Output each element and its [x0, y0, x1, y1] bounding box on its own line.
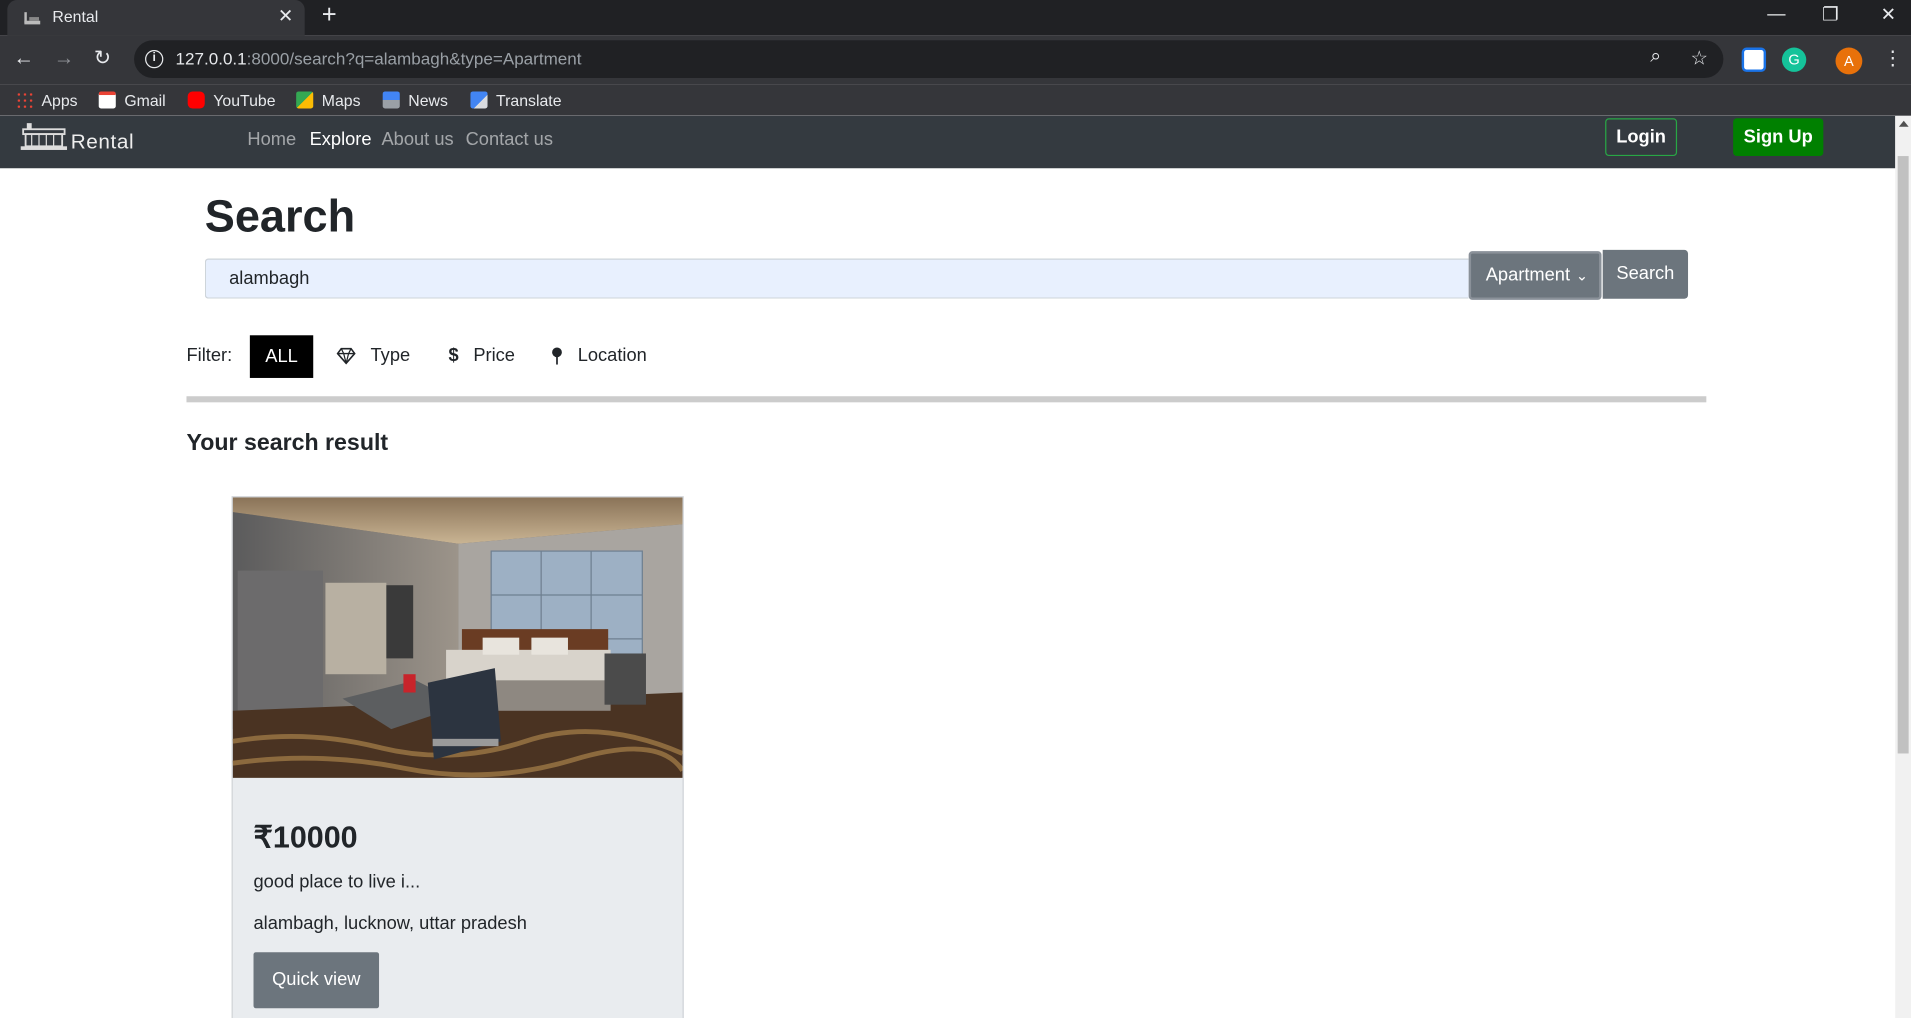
- browser-tab[interactable]: Rental ✕: [7, 0, 305, 36]
- filter-type-label: Type: [370, 345, 411, 366]
- youtube-icon: [187, 91, 205, 109]
- apps-grid-icon: [15, 91, 33, 109]
- search-button[interactable]: Search: [1602, 249, 1689, 299]
- divider: [186, 396, 1707, 403]
- bookmark-gmail[interactable]: Gmail: [98, 90, 166, 110]
- filter-type-chip[interactable]: Type: [336, 345, 410, 366]
- signup-button[interactable]: Sign Up: [1733, 118, 1824, 157]
- address-bar[interactable]: i 127.0.0.1:8000/search?q=alambagh&type=…: [134, 40, 1724, 79]
- property-description: good place to live i...: [253, 871, 421, 893]
- filter-all-chip[interactable]: ALL: [249, 335, 314, 378]
- property-location: alambagh, lucknow, uttar pradesh: [253, 913, 527, 934]
- scroll-up-arrow-icon[interactable]: [1898, 120, 1909, 127]
- filter-location-chip[interactable]: Location: [551, 345, 647, 366]
- forward-icon[interactable]: →: [54, 46, 75, 70]
- brand-name[interactable]: Rental: [71, 130, 135, 154]
- results-heading: Your search result: [186, 430, 389, 456]
- bookmark-news[interactable]: News: [382, 90, 448, 110]
- diamond-icon: [336, 347, 356, 364]
- nav-explore[interactable]: Explore: [310, 129, 372, 150]
- filter-price-label: Price: [473, 345, 515, 366]
- rental-logo-icon[interactable]: [20, 122, 69, 156]
- reload-icon[interactable]: ↻: [94, 46, 111, 70]
- url-text[interactable]: 127.0.0.1:8000/search?q=alambagh&type=Ap…: [176, 49, 582, 69]
- extension-flag-icon[interactable]: [1741, 47, 1767, 72]
- news-icon: [382, 91, 400, 109]
- back-icon[interactable]: ←: [13, 46, 34, 70]
- filter-location-label: Location: [577, 345, 647, 366]
- quick-view-button[interactable]: Quick view: [253, 952, 380, 1009]
- rental-favicon-icon: [24, 12, 41, 25]
- filter-label: Filter:: [186, 345, 233, 366]
- property-type-select[interactable]: Apartment ⌄: [1468, 251, 1602, 300]
- minimize-icon[interactable]: —: [1767, 4, 1785, 25]
- maps-icon: [296, 91, 314, 109]
- login-button[interactable]: Login: [1605, 118, 1678, 157]
- property-photo[interactable]: [232, 497, 683, 778]
- property-price: ₹10000: [253, 820, 358, 855]
- page-title: Search: [204, 191, 356, 242]
- bookmark-star-icon[interactable]: ☆: [1690, 46, 1707, 70]
- pin-icon: [552, 346, 562, 364]
- search-input[interactable]: alambagh: [204, 258, 1469, 299]
- dollar-icon: $: [448, 345, 459, 366]
- new-tab-icon[interactable]: +: [322, 1, 337, 30]
- bookmark-youtube[interactable]: YouTube: [187, 90, 276, 110]
- site-navbar: Rental Home Explore About us Contact us …: [0, 115, 1896, 169]
- chevron-down-icon: ⌄: [1575, 267, 1589, 285]
- nav-home[interactable]: Home: [247, 129, 296, 150]
- window-close-icon[interactable]: ✕: [1881, 4, 1896, 26]
- browser-toolbar: ← → ↻ i 127.0.0.1:8000/search?q=alambagh…: [0, 35, 1911, 85]
- nav-about-us[interactable]: About us: [381, 129, 453, 150]
- browser-tab-strip: Rental ✕ + — ❐ ✕: [0, 0, 1911, 36]
- property-type-value: Apartment: [1485, 264, 1571, 286]
- bookmark-maps[interactable]: Maps: [296, 90, 361, 110]
- tab-title: Rental: [52, 7, 99, 26]
- scrollbar-thumb[interactable]: [1897, 156, 1909, 754]
- bookmarks-bar: Apps Gmail YouTube Maps News Translate: [0, 84, 1911, 116]
- zoom-icon[interactable]: ⌕: [1650, 46, 1661, 68]
- bookmark-apps[interactable]: Apps: [15, 90, 78, 110]
- gmail-icon: [98, 91, 116, 109]
- nav-contact-us[interactable]: Contact us: [466, 129, 553, 150]
- profile-avatar[interactable]: A: [1835, 47, 1863, 75]
- filter-price-chip[interactable]: $ Price: [449, 345, 515, 366]
- site-info-icon[interactable]: i: [145, 49, 164, 69]
- grammarly-icon[interactable]: G: [1781, 47, 1807, 72]
- property-card: ₹10000 good place to live i... alambagh,…: [231, 496, 684, 1018]
- page-viewport: Rental Home Explore About us Contact us …: [0, 115, 1911, 1018]
- restore-icon[interactable]: ❐: [1822, 4, 1838, 26]
- bookmark-translate[interactable]: Translate: [470, 90, 562, 110]
- tab-close-icon[interactable]: ✕: [278, 5, 293, 27]
- translate-icon: [470, 91, 488, 109]
- browser-menu-icon[interactable]: ⋮: [1883, 46, 1903, 70]
